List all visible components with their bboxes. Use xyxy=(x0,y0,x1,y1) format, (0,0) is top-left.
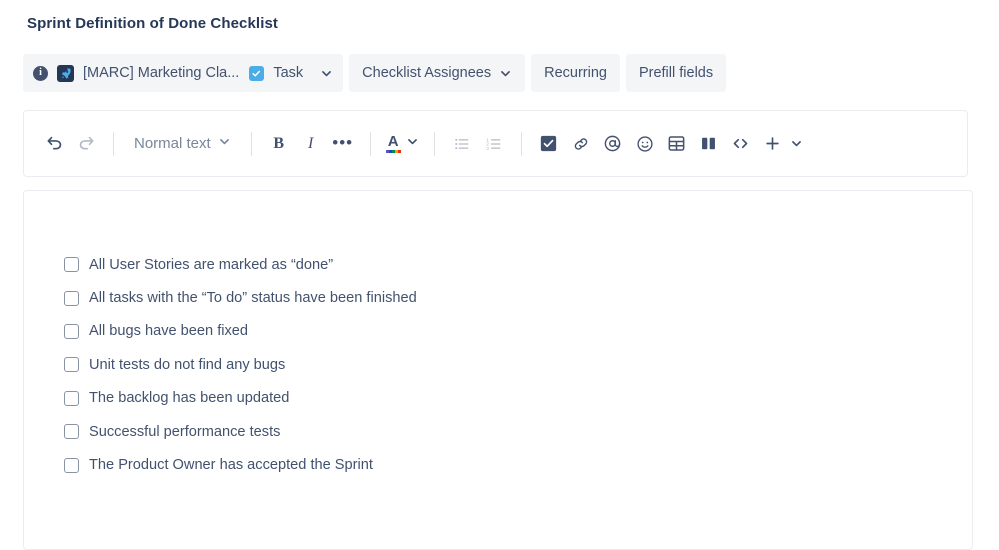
header-pill-row: i [MARC] Marketing Cla... Task Checklist… xyxy=(23,54,727,92)
rocket-icon xyxy=(57,64,74,82)
checklist-item[interactable]: Unit tests do not find any bugs xyxy=(64,348,417,381)
checklist-item-checkbox[interactable] xyxy=(64,323,79,339)
checklist-item-checkbox[interactable] xyxy=(64,290,79,306)
checklist-item[interactable]: Successful performance tests xyxy=(64,415,417,448)
issue-context-pill[interactable]: i [MARC] Marketing Cla... Task xyxy=(23,54,344,92)
italic-button[interactable]: I xyxy=(295,128,327,160)
checklist-item-checkbox[interactable] xyxy=(64,424,79,440)
checklist-item[interactable]: All bugs have been fixed xyxy=(64,315,417,348)
checklist-item-label: All bugs have been fixed xyxy=(89,323,249,340)
svg-text:3: 3 xyxy=(486,145,489,151)
toolbar-divider xyxy=(369,131,371,156)
insert-menu-button[interactable] xyxy=(757,128,789,160)
table-icon[interactable] xyxy=(661,128,693,160)
checklist: All User Stories are marked as “done” All… xyxy=(64,248,417,482)
editor-toolbar: Normal text B I ••• A 1 2 3 xyxy=(23,110,968,177)
recurring-button[interactable]: Recurring xyxy=(531,54,620,92)
prefill-fields-button[interactable]: Prefill fields xyxy=(625,54,727,92)
toolbar-divider xyxy=(250,131,252,156)
chevron-down-icon xyxy=(499,67,512,80)
checklist-item-label: The Product Owner has accepted the Sprin… xyxy=(89,457,373,474)
text-style-dropdown[interactable]: Normal text xyxy=(125,128,240,160)
checklist-item-label: All User Stories are marked as “done” xyxy=(89,256,334,273)
checklist-item-checkbox[interactable] xyxy=(64,390,79,406)
chevron-down-icon[interactable] xyxy=(320,67,333,80)
checklist-item[interactable]: The backlog has been updated xyxy=(64,382,417,415)
checklist-item-label: All tasks with the “To do” status have b… xyxy=(89,290,417,307)
checklist-assignees-button[interactable]: Checklist Assignees xyxy=(349,54,526,92)
recurring-label: Recurring xyxy=(544,65,607,81)
chevron-down-icon xyxy=(218,135,231,152)
info-icon: i xyxy=(33,65,48,81)
mention-icon[interactable] xyxy=(597,128,629,160)
toolbar-divider xyxy=(113,131,114,156)
checklist-item-label: The backlog has been updated xyxy=(89,390,290,407)
bold-button[interactable]: B xyxy=(263,128,295,160)
text-color-icon: A xyxy=(385,133,401,153)
action-item-checkbox-icon[interactable] xyxy=(533,128,565,160)
toolbar-divider xyxy=(433,131,435,156)
project-name-label: [MARC] Marketing Cla... xyxy=(83,65,240,81)
undo-icon[interactable] xyxy=(38,128,70,160)
numbered-list-icon[interactable]: 1 2 3 xyxy=(478,128,510,160)
link-icon[interactable] xyxy=(565,128,597,160)
prefill-fields-label: Prefill fields xyxy=(638,65,714,81)
chevron-down-icon xyxy=(406,135,419,153)
issue-type-label: Task xyxy=(273,65,304,81)
checklist-item-checkbox[interactable] xyxy=(64,457,79,473)
checklist-item-checkbox[interactable] xyxy=(64,357,79,373)
page-title: Sprint Definition of Done Checklist xyxy=(27,15,279,32)
editor-content-area[interactable]: All User Stories are marked as “done” All… xyxy=(23,190,973,550)
checklist-assignees-label: Checklist Assignees xyxy=(362,65,492,81)
checklist-item[interactable]: All tasks with the “To do” status have b… xyxy=(64,281,417,314)
task-type-icon xyxy=(249,65,265,81)
checklist-item-label: Unit tests do not find any bugs xyxy=(89,356,286,373)
redo-icon[interactable] xyxy=(70,128,102,160)
text-color-swatch-bar xyxy=(385,150,401,153)
checklist-item[interactable]: All User Stories are marked as “done” xyxy=(64,248,417,281)
text-color-glyph: A xyxy=(387,133,399,150)
bullet-list-icon[interactable] xyxy=(446,128,478,160)
checklist-item-label: Successful performance tests xyxy=(89,423,281,440)
toolbar-divider xyxy=(520,131,522,156)
text-style-label: Normal text xyxy=(134,135,211,152)
more-formatting-button[interactable]: ••• xyxy=(327,128,359,160)
emoji-icon[interactable] xyxy=(629,128,661,160)
text-color-button[interactable]: A xyxy=(382,128,423,160)
checklist-item-checkbox[interactable] xyxy=(64,257,79,273)
code-icon[interactable] xyxy=(725,128,757,160)
chevron-down-icon[interactable] xyxy=(789,128,805,160)
checklist-item[interactable]: The Product Owner has accepted the Sprin… xyxy=(64,448,417,481)
layout-columns-icon[interactable] xyxy=(693,128,725,160)
